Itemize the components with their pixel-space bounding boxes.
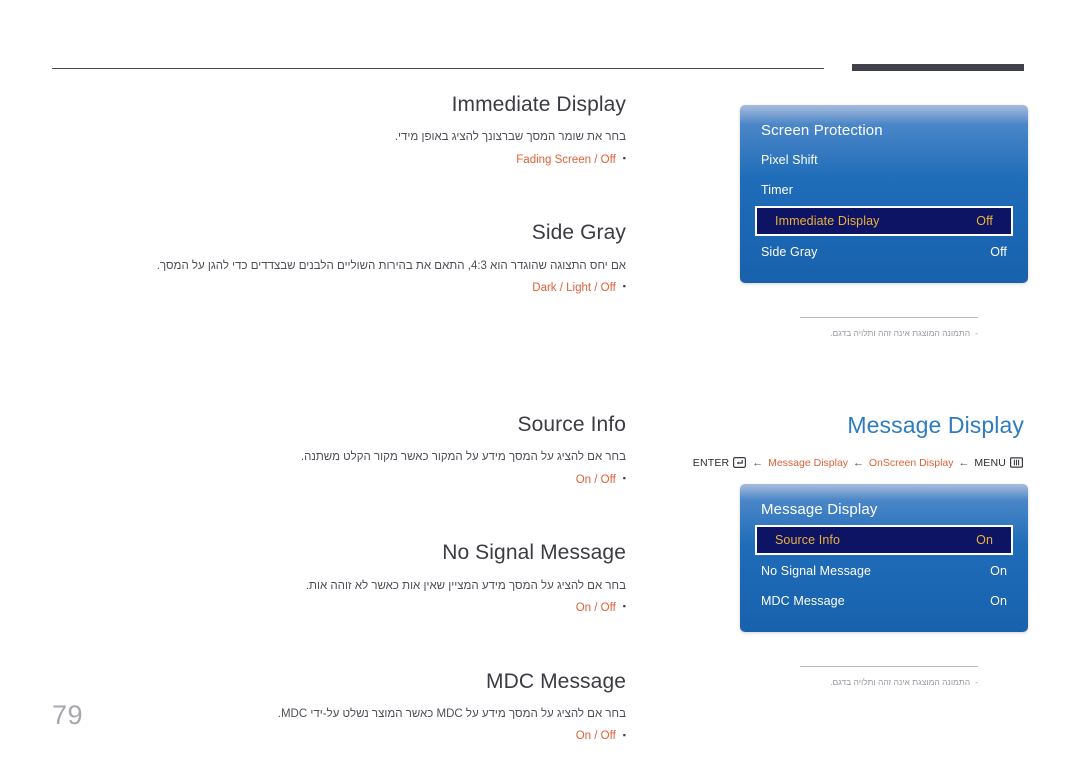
osd-row-source-info[interactable]: Source Info On (755, 524, 1013, 555)
section-title-message-display: Message Display (847, 412, 1024, 438)
osd-panel-title: Message Display (761, 500, 878, 518)
osd-row-label: No Signal Message (761, 563, 872, 578)
topic-title: Source Info (517, 413, 626, 436)
osd-row-value: On (990, 563, 1007, 578)
osd-row-immediate-display[interactable]: Immediate Display Off (755, 206, 1013, 236)
topic-title: Side Gray (531, 221, 626, 245)
osd-row-mdc-message[interactable]: MDC Message On (740, 586, 1028, 616)
topic-options: ▪ Dark / Light / Off (52, 279, 626, 299)
topic-side-gray: Side Gray אם יחס התצוגה שהוגדר הוא 4:3, … (52, 220, 626, 298)
header-rule-right (852, 64, 1024, 71)
osd-panel-screen-protection: Screen Protection Pixel Shift Timer Imme… (740, 105, 1028, 283)
topic-options: ▪ On / Off (52, 599, 626, 619)
topic-description: בחר את שומר המסך שברצונך להציג באופן מיד… (394, 131, 626, 144)
osd-row-value: Off (976, 214, 993, 228)
breadcrumb-enter-label: ENTER (692, 456, 730, 469)
osd-row-pixel-shift[interactable]: Pixel Shift (740, 145, 1028, 175)
footnote-divider (800, 665, 978, 667)
header-rule-left (52, 68, 824, 69)
topic-description: בחר אם להציג על המסך מידע על MDC כאשר המ… (277, 707, 626, 720)
osd-row-value: On (976, 532, 993, 547)
enter-key-icon (733, 456, 747, 471)
bullet-icon: ▪ (622, 601, 626, 612)
osd-row-timer[interactable]: Timer (740, 175, 1028, 205)
bullet-icon: ▪ (622, 153, 626, 164)
topic-options-value: Fading Screen / Off (516, 153, 616, 166)
breadcrumb-menu-label: MENU (974, 456, 1007, 469)
osd-row-no-signal-message[interactable]: No Signal Message On (740, 556, 1028, 586)
bullet-icon: ▪ (622, 473, 626, 484)
osd-row-label: Timer (761, 183, 793, 197)
footnote-text: התמונה המוצגת אינה זהה ותלויה בדגם. (830, 676, 971, 687)
bullet-icon: ▪ (622, 729, 626, 740)
osd-panel-title: Screen Protection (761, 122, 883, 139)
topic-description: בחר אם להציג על המסך מידע על המקור כאשר … (300, 451, 626, 464)
topic-source-info: Source Info בחר אם להציג על המסך מידע על… (52, 412, 626, 490)
topic-options: ▪ Fading Screen / Off (52, 151, 626, 171)
bullet-icon: ▪ (622, 281, 626, 292)
topic-options-value: Dark / Light / Off (532, 282, 616, 295)
topic-no-signal-message: No Signal Message בחר אם להציג על המסך מ… (52, 540, 626, 618)
topic-title: MDC Message (486, 669, 626, 693)
osd-row-label: Side Gray (761, 245, 818, 259)
topic-title: Immediate Display (451, 93, 626, 116)
topic-options: ▪ On / Off (52, 727, 626, 747)
topic-options-value: On / Off (575, 473, 616, 486)
osd-row-label: Pixel Shift (761, 153, 818, 167)
topic-options-value: On / Off (575, 602, 616, 615)
right-content-upper: Screen Protection Pixel Shift Timer Imme… (690, 92, 1028, 340)
footnote-dash: - (975, 328, 978, 338)
osd-row-label: Immediate Display (775, 214, 880, 228)
menu-grid-icon (1010, 456, 1024, 471)
topic-options-value: On / Off (575, 730, 616, 743)
osd-panel-message-display: Message Display Source Info On No Signal… (740, 483, 1028, 632)
osd-row-label: Source Info (775, 532, 841, 547)
left-content-lower: Source Info בחר אם להציג על המסך מידע על… (52, 412, 626, 747)
left-content-upper: Immediate Display בחר את שומר המסך שברצו… (52, 92, 626, 299)
footnote-upper: -התמונה המוצגת אינה זהה ותלויה בדגם. (800, 317, 978, 340)
breadcrumb-arrow: ← (752, 456, 764, 469)
footnote-lower: -התמונה המוצגת אינה זהה ותלויה בדגם. (800, 665, 978, 689)
topic-title: No Signal Message (442, 541, 626, 565)
breadcrumb-arrow: ← (958, 456, 970, 469)
breadcrumb: ENTER ← Message Display ← OnScreen Displ… (690, 457, 1028, 471)
footnote-text: התמונה המוצגת אינה זהה ותלויה בדגם. (830, 328, 971, 338)
manual-page: 79 Immediate Display בחר את שומר המסך שב… (0, 0, 1080, 763)
footnote-divider (800, 317, 978, 318)
topic-options: ▪ On / Off (52, 471, 626, 491)
osd-row-value: Off (990, 245, 1007, 259)
breadcrumb-crumb-onscreen-display[interactable]: OnScreen Display (869, 457, 954, 469)
breadcrumb-arrow: ← (852, 456, 864, 469)
topic-description: אם יחס התצוגה שהוגדר הוא 4:3, התאם את בה… (156, 259, 626, 272)
topic-mdc-message: MDC Message בחר אם להציג על המסך מידע על… (52, 669, 626, 747)
osd-row-side-gray[interactable]: Side Gray Off (740, 237, 1028, 267)
footnote-text-wrap: -התמונה המוצגת אינה זהה ותלויה בדגם. (800, 327, 978, 340)
right-content-lower: Message Display ENTER ← Message Display … (690, 412, 1028, 688)
osd-row-label: MDC Message (761, 593, 845, 608)
topic-description: בחר אם להציג על המסך מידע המציין שאין או… (305, 579, 626, 592)
footnote-text-wrap: -התמונה המוצגת אינה זהה ותלויה בדגם. (800, 676, 978, 689)
footnote-dash: - (975, 676, 978, 687)
topic-immediate-display: Immediate Display בחר את שומר המסך שברצו… (52, 92, 626, 170)
breadcrumb-crumb-message-display[interactable]: Message Display (768, 457, 848, 469)
osd-row-value: On (990, 593, 1007, 608)
